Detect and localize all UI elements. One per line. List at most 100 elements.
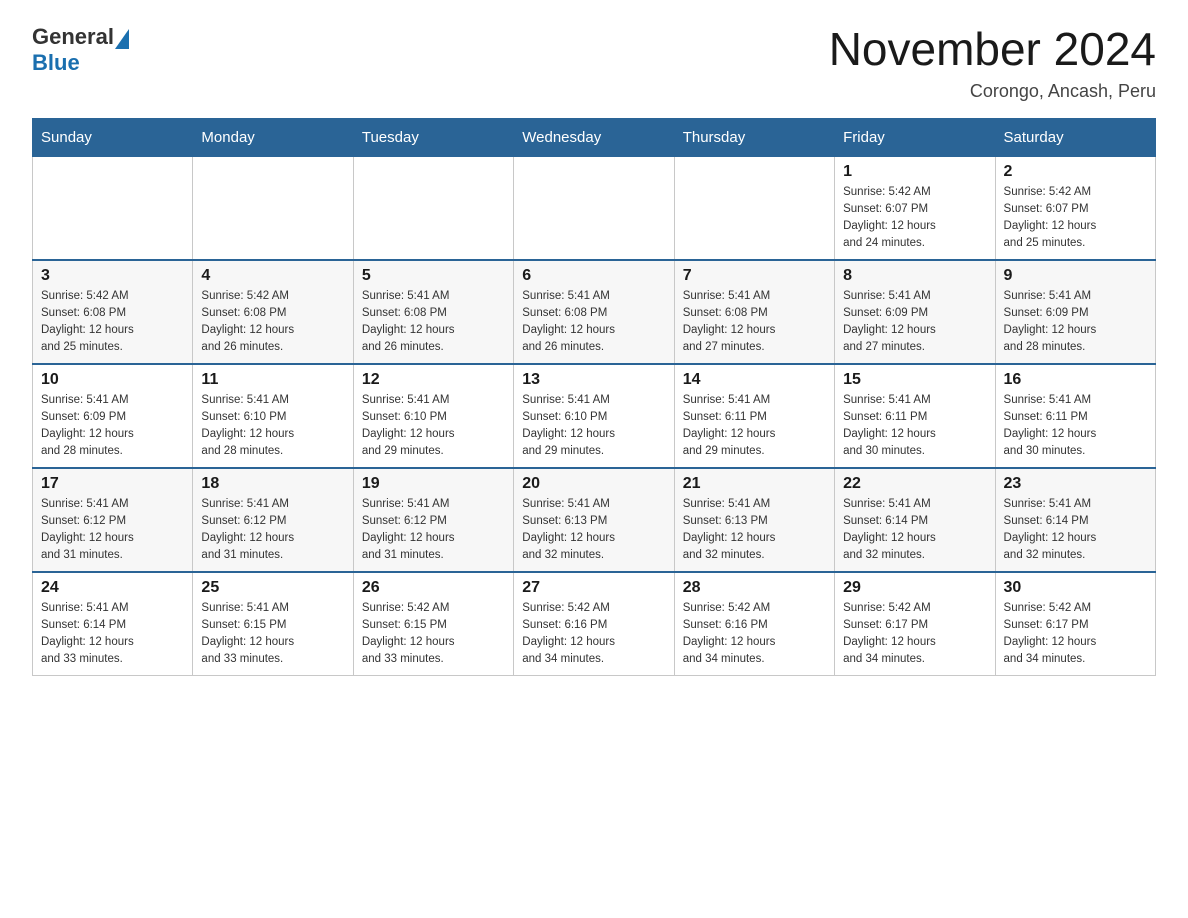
calendar-cell: 3 Sunrise: 5:42 AMSunset: 6:08 PMDaylight… — [33, 260, 193, 364]
day-info: Sunrise: 5:41 AMSunset: 6:09 PMDaylight:… — [1004, 288, 1147, 357]
day-number: 14 — [683, 371, 826, 389]
day-info: Sunrise: 5:41 AMSunset: 6:08 PMDaylight:… — [522, 288, 665, 357]
logo-triangle-icon — [115, 29, 129, 49]
calendar-cell: 25 Sunrise: 5:41 AMSunset: 6:15 PMDayligh… — [193, 572, 353, 676]
day-number: 19 — [362, 475, 505, 493]
day-number: 18 — [201, 475, 344, 493]
calendar-week-row: 24 Sunrise: 5:41 AMSunset: 6:14 PMDayligh… — [33, 572, 1156, 676]
logo: General Blue — [32, 24, 130, 76]
day-number: 20 — [522, 475, 665, 493]
day-number: 1 — [843, 163, 986, 181]
day-info: Sunrise: 5:41 AMSunset: 6:08 PMDaylight:… — [683, 288, 826, 357]
day-info: Sunrise: 5:41 AMSunset: 6:15 PMDaylight:… — [201, 600, 344, 669]
calendar-cell: 20 Sunrise: 5:41 AMSunset: 6:13 PMDayligh… — [514, 468, 674, 572]
day-info: Sunrise: 5:41 AMSunset: 6:14 PMDaylight:… — [41, 600, 184, 669]
day-info: Sunrise: 5:41 AMSunset: 6:14 PMDaylight:… — [843, 496, 986, 565]
calendar-cell: 2 Sunrise: 5:42 AMSunset: 6:07 PMDaylight… — [995, 156, 1155, 260]
day-number: 29 — [843, 579, 986, 597]
page-subtitle: Corongo, Ancash, Peru — [829, 81, 1156, 102]
calendar-week-row: 17 Sunrise: 5:41 AMSunset: 6:12 PMDayligh… — [33, 468, 1156, 572]
calendar-cell: 10 Sunrise: 5:41 AMSunset: 6:09 PMDayligh… — [33, 364, 193, 468]
day-number: 27 — [522, 579, 665, 597]
day-number: 30 — [1004, 579, 1147, 597]
weekday-header-tuesday: Tuesday — [353, 118, 513, 156]
calendar-cell: 15Sunrise: 5:41 AMSunset: 6:11 PMDayligh… — [835, 364, 995, 468]
day-info: Sunrise: 5:41 AMSunset: 6:11 PMDaylight:… — [843, 392, 986, 461]
day-info: Sunrise: 5:41 AMSunset: 6:11 PMDaylight:… — [683, 392, 826, 461]
logo-general-text: General — [32, 24, 114, 50]
calendar-week-row: 3 Sunrise: 5:42 AMSunset: 6:08 PMDaylight… — [33, 260, 1156, 364]
day-info: Sunrise: 5:41 AMSunset: 6:09 PMDaylight:… — [41, 392, 184, 461]
day-info: Sunrise: 5:42 AMSunset: 6:16 PMDaylight:… — [683, 600, 826, 669]
calendar-cell — [674, 156, 834, 260]
day-info: Sunrise: 5:42 AMSunset: 6:17 PMDaylight:… — [843, 600, 986, 669]
day-info: Sunrise: 5:41 AMSunset: 6:14 PMDaylight:… — [1004, 496, 1147, 565]
day-number: 2 — [1004, 163, 1147, 181]
day-number: 10 — [41, 371, 184, 389]
day-info: Sunrise: 5:42 AMSunset: 6:08 PMDaylight:… — [201, 288, 344, 357]
day-number: 22 — [843, 475, 986, 493]
day-info: Sunrise: 5:42 AMSunset: 6:15 PMDaylight:… — [362, 600, 505, 669]
day-info: Sunrise: 5:42 AMSunset: 6:07 PMDaylight:… — [1004, 184, 1147, 253]
day-number: 12 — [362, 371, 505, 389]
weekday-header-friday: Friday — [835, 118, 995, 156]
weekday-header-thursday: Thursday — [674, 118, 834, 156]
day-info: Sunrise: 5:41 AMSunset: 6:10 PMDaylight:… — [362, 392, 505, 461]
calendar-week-row: 10 Sunrise: 5:41 AMSunset: 6:09 PMDayligh… — [33, 364, 1156, 468]
weekday-header-wednesday: Wednesday — [514, 118, 674, 156]
day-number: 3 — [41, 267, 184, 285]
calendar-cell: 24 Sunrise: 5:41 AMSunset: 6:14 PMDayligh… — [33, 572, 193, 676]
day-number: 5 — [362, 267, 505, 285]
day-info: Sunrise: 5:41 AMSunset: 6:08 PMDaylight:… — [362, 288, 505, 357]
day-info: Sunrise: 5:41 AMSunset: 6:10 PMDaylight:… — [201, 392, 344, 461]
weekday-header-monday: Monday — [193, 118, 353, 156]
day-info: Sunrise: 5:42 AMSunset: 6:07 PMDaylight:… — [843, 184, 986, 253]
calendar-cell — [33, 156, 193, 260]
weekday-header-row: SundayMondayTuesdayWednesdayThursdayFrid… — [33, 118, 1156, 156]
day-info: Sunrise: 5:41 AMSunset: 6:12 PMDaylight:… — [41, 496, 184, 565]
day-info: Sunrise: 5:41 AMSunset: 6:12 PMDaylight:… — [201, 496, 344, 565]
title-section: November 2024 Corongo, Ancash, Peru — [829, 24, 1156, 102]
day-info: Sunrise: 5:41 AMSunset: 6:12 PMDaylight:… — [362, 496, 505, 565]
calendar-week-row: 1 Sunrise: 5:42 AMSunset: 6:07 PMDaylight… — [33, 156, 1156, 260]
calendar-cell: 29 Sunrise: 5:42 AMSunset: 6:17 PMDayligh… — [835, 572, 995, 676]
day-number: 7 — [683, 267, 826, 285]
calendar-cell: 8 Sunrise: 5:41 AMSunset: 6:09 PMDaylight… — [835, 260, 995, 364]
day-number: 17 — [41, 475, 184, 493]
day-number: 26 — [362, 579, 505, 597]
calendar-cell: 28 Sunrise: 5:42 AMSunset: 6:16 PMDayligh… — [674, 572, 834, 676]
calendar-cell: 14 Sunrise: 5:41 AMSunset: 6:11 PMDayligh… — [674, 364, 834, 468]
page-title: November 2024 — [829, 24, 1156, 75]
day-number: 8 — [843, 267, 986, 285]
calendar-cell: 6 Sunrise: 5:41 AMSunset: 6:08 PMDaylight… — [514, 260, 674, 364]
calendar-cell: 27 Sunrise: 5:42 AMSunset: 6:16 PMDayligh… — [514, 572, 674, 676]
day-number: 11 — [201, 371, 344, 389]
weekday-header-sunday: Sunday — [33, 118, 193, 156]
day-info: Sunrise: 5:42 AMSunset: 6:16 PMDaylight:… — [522, 600, 665, 669]
calendar-cell: 26 Sunrise: 5:42 AMSunset: 6:15 PMDayligh… — [353, 572, 513, 676]
calendar-cell: 17 Sunrise: 5:41 AMSunset: 6:12 PMDayligh… — [33, 468, 193, 572]
day-info: Sunrise: 5:42 AMSunset: 6:17 PMDaylight:… — [1004, 600, 1147, 669]
logo-blue-text: Blue — [32, 50, 80, 76]
day-info: Sunrise: 5:41 AMSunset: 6:13 PMDaylight:… — [522, 496, 665, 565]
day-number: 24 — [41, 579, 184, 597]
day-info: Sunrise: 5:41 AMSunset: 6:09 PMDaylight:… — [843, 288, 986, 357]
day-number: 28 — [683, 579, 826, 597]
calendar-cell — [193, 156, 353, 260]
day-info: Sunrise: 5:42 AMSunset: 6:08 PMDaylight:… — [41, 288, 184, 357]
day-number: 6 — [522, 267, 665, 285]
day-number: 21 — [683, 475, 826, 493]
calendar-cell: 13Sunrise: 5:41 AMSunset: 6:10 PMDayligh… — [514, 364, 674, 468]
calendar-table: SundayMondayTuesdayWednesdayThursdayFrid… — [32, 118, 1156, 676]
calendar-cell: 23Sunrise: 5:41 AMSunset: 6:14 PMDayligh… — [995, 468, 1155, 572]
weekday-header-saturday: Saturday — [995, 118, 1155, 156]
calendar-cell: 9 Sunrise: 5:41 AMSunset: 6:09 PMDaylight… — [995, 260, 1155, 364]
calendar-cell — [514, 156, 674, 260]
day-number: 9 — [1004, 267, 1147, 285]
calendar-cell: 1 Sunrise: 5:42 AMSunset: 6:07 PMDaylight… — [835, 156, 995, 260]
calendar-cell: 16Sunrise: 5:41 AMSunset: 6:11 PMDayligh… — [995, 364, 1155, 468]
calendar-cell: 19 Sunrise: 5:41 AMSunset: 6:12 PMDayligh… — [353, 468, 513, 572]
day-number: 16 — [1004, 371, 1147, 389]
day-number: 25 — [201, 579, 344, 597]
calendar-cell: 4Sunrise: 5:42 AMSunset: 6:08 PMDaylight… — [193, 260, 353, 364]
